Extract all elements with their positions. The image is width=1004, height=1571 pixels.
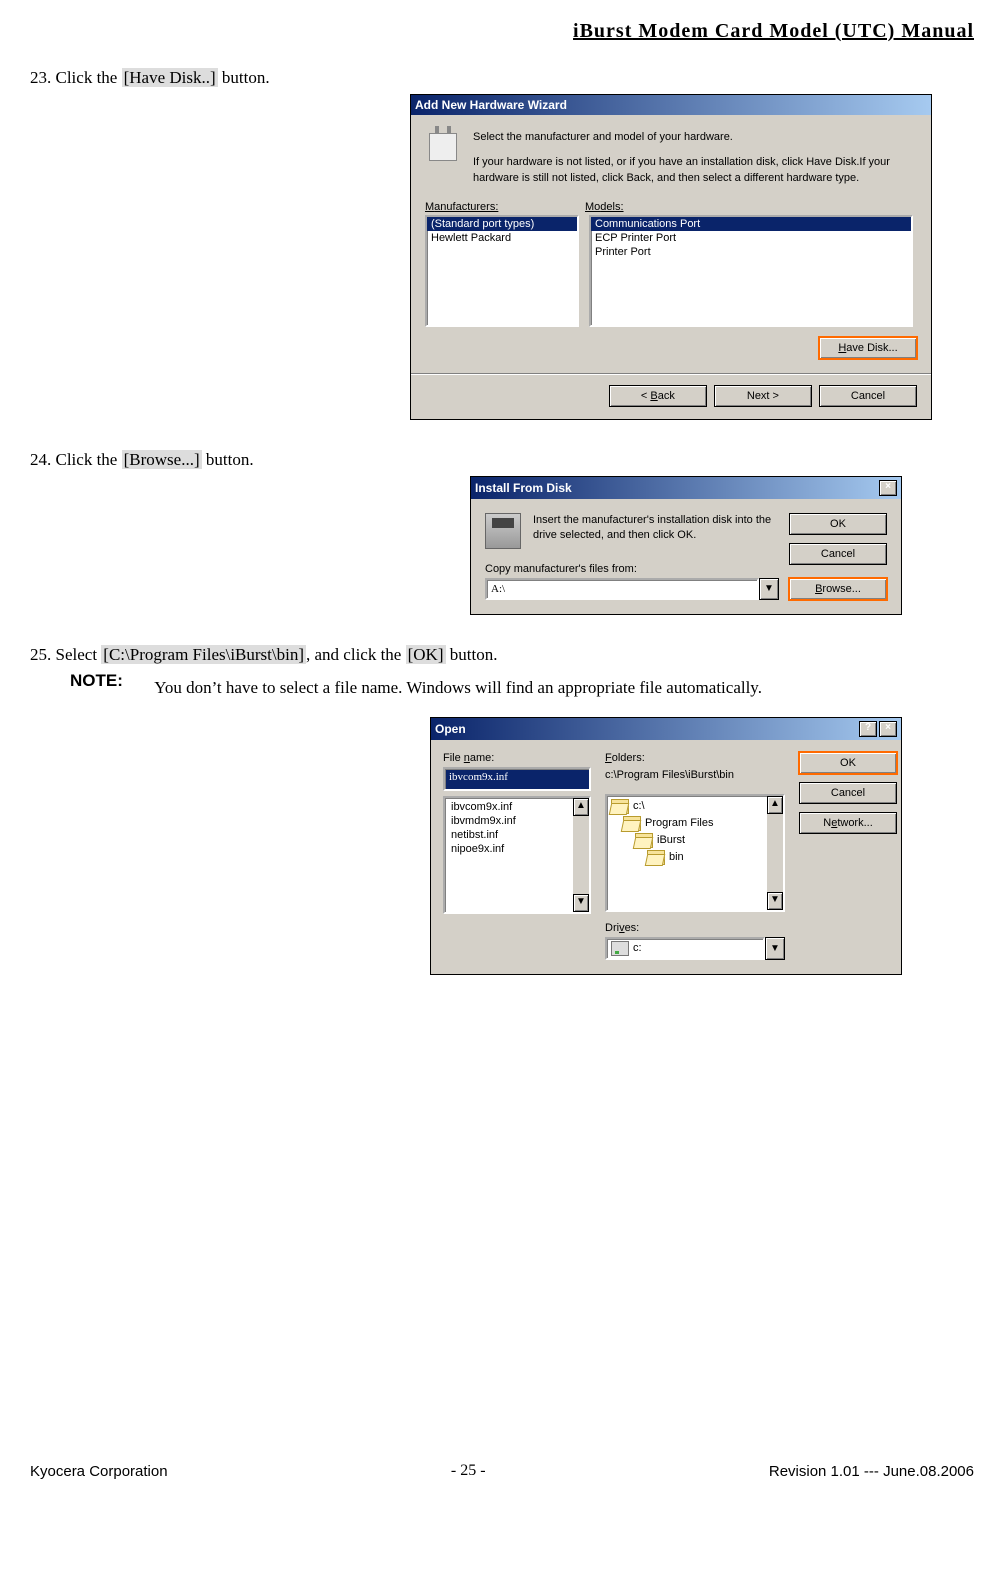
dialog-titlebar: Add New Hardware Wizard (411, 95, 931, 115)
step-23-post: button. (218, 68, 270, 87)
cancel-button[interactable]: Cancel (799, 782, 897, 804)
footer-right: Revision 1.01 --- June.08.2006 (769, 1463, 974, 1480)
drives-combobox[interactable]: c: ▼ (605, 937, 785, 960)
step-24-highlight: [Browse...] (122, 450, 202, 469)
note-text: You don’t have to select a file name. Wi… (154, 671, 954, 705)
tree-item[interactable]: Program Files (621, 815, 781, 832)
scroll-down-icon[interactable]: ▼ (573, 894, 589, 912)
close-icon[interactable]: × (879, 721, 897, 737)
step-24-text: 24. Click the [Browse...] button. (30, 450, 974, 470)
list-item[interactable]: Printer Port (591, 245, 911, 259)
scroll-down-icon[interactable]: ▼ (767, 892, 783, 910)
step-25-hl1: [C:\Program Files\iBurst\bin] (101, 645, 306, 664)
note-label: NOTE: (70, 671, 150, 691)
tree-label: bin (669, 851, 684, 863)
drive-icon (611, 941, 629, 956)
back-button[interactable]: < Back (609, 385, 707, 407)
step-25-post: button. (446, 645, 498, 664)
footer-left: Kyocera Corporation (30, 1463, 168, 1480)
ok-button[interactable]: OK (799, 752, 897, 774)
drives-label: Drives: (605, 922, 785, 934)
open-dialog: Open ? × File name: ibvcom9x.inf ibvcom9… (430, 717, 902, 975)
dropdown-icon[interactable]: ▼ (759, 578, 779, 600)
dialog-titlebar: Open ? × (431, 718, 901, 740)
dialog-title: Install From Disk (475, 481, 572, 495)
ok-button[interactable]: OK (789, 513, 887, 535)
next-button[interactable]: Next > (714, 385, 812, 407)
filename-label: File name: (443, 752, 591, 764)
step-24-pre: 24. Click the (30, 450, 122, 469)
list-item[interactable]: ECP Printer Port (591, 231, 911, 245)
install-from-disk-dialog: Install From Disk × Insert the manufactu… (470, 476, 902, 615)
tree-item[interactable]: bin (645, 849, 781, 866)
folder-open-icon (647, 850, 665, 865)
models-listbox[interactable]: Communications Port ECP Printer Port Pri… (589, 215, 913, 327)
scroll-up-icon[interactable]: ▲ (767, 796, 783, 814)
folder-open-icon (623, 816, 641, 831)
manufacturers-label: Manufacturers: (425, 201, 585, 213)
add-hardware-wizard-dialog: Add New Hardware Wizard Select the manuf… (410, 94, 932, 420)
step-24-post: button. (202, 450, 254, 469)
hardware-plug-icon (425, 129, 461, 165)
file-listbox[interactable]: ibvcom9x.inf ibvmdm9x.inf netibst.inf ni… (443, 796, 591, 914)
step-25-text: 25. Select [C:\Program Files\iBurst\bin]… (30, 645, 974, 665)
list-item[interactable]: nipoe9x.inf (447, 842, 587, 856)
list-item[interactable]: netibst.inf (447, 828, 587, 842)
list-item[interactable]: ibvmdm9x.inf (447, 814, 587, 828)
manufacturers-listbox[interactable]: (Standard port types) Hewlett Packard (425, 215, 579, 327)
list-item[interactable]: Communications Port (591, 217, 911, 231)
folder-tree[interactable]: c:\ Program Files iBurst bin ▲ ▼ (605, 794, 785, 912)
folder-open-icon (635, 833, 653, 848)
network-button[interactable]: Network... (799, 812, 897, 834)
manual-header: iBurst Modem Card Model (UTC) Manual (30, 20, 974, 43)
dropdown-icon[interactable]: ▼ (765, 937, 785, 960)
cancel-button[interactable]: Cancel (819, 385, 917, 407)
tree-item[interactable]: c:\ (609, 798, 781, 815)
help-icon[interactable]: ? (859, 721, 877, 737)
tree-label: Program Files (645, 817, 713, 829)
wizard-message-1: Select the manufacturer and model of you… (473, 129, 917, 146)
folders-label: Folders: (605, 752, 785, 764)
tree-label: iBurst (657, 834, 685, 846)
close-icon[interactable]: × (879, 480, 897, 496)
dialog-title: Add New Hardware Wizard (415, 98, 567, 112)
drive-value: c: (633, 942, 642, 954)
floppy-disk-icon (485, 513, 521, 549)
scroll-up-icon[interactable]: ▲ (573, 798, 589, 816)
browse-button[interactable]: Browse... (789, 578, 887, 600)
copy-from-input[interactable] (485, 578, 759, 600)
tree-item[interactable]: iBurst (633, 832, 781, 849)
wizard-message-2: If your hardware is not listed, or if yo… (473, 154, 917, 187)
dialog-title: Open (435, 722, 466, 736)
list-item[interactable]: (Standard port types) (427, 217, 577, 231)
step-23-highlight: [Have Disk..] (122, 68, 218, 87)
folders-path: c:\Program Files\iBurst\bin (605, 767, 785, 789)
models-label: Models: (585, 201, 624, 213)
cancel-button[interactable]: Cancel (789, 543, 887, 565)
page-footer: Kyocera Corporation - 25 - Revision 1.01… (30, 1462, 974, 1480)
step-25-hl2: [OK] (406, 645, 446, 664)
list-item[interactable]: Hewlett Packard (427, 231, 577, 245)
footer-page-number: - 25 - (451, 1462, 486, 1480)
list-item[interactable]: ibvcom9x.inf (447, 800, 587, 814)
scrollbar[interactable]: ▲ ▼ (573, 798, 589, 912)
have-disk-button[interactable]: Have Disk... (819, 337, 917, 359)
filename-input[interactable]: ibvcom9x.inf (443, 767, 591, 791)
dialog-titlebar: Install From Disk × (471, 477, 901, 499)
scrollbar[interactable]: ▲ ▼ (767, 796, 783, 910)
step-25-mid: , and click the (306, 645, 406, 664)
step-25-pre: 25. Select (30, 645, 101, 664)
step-23-text: 23. Click the [Have Disk..] button. (30, 68, 974, 88)
step-23-pre: 23. Click the (30, 68, 122, 87)
tree-label: c:\ (633, 800, 645, 812)
folder-open-icon (611, 799, 629, 814)
